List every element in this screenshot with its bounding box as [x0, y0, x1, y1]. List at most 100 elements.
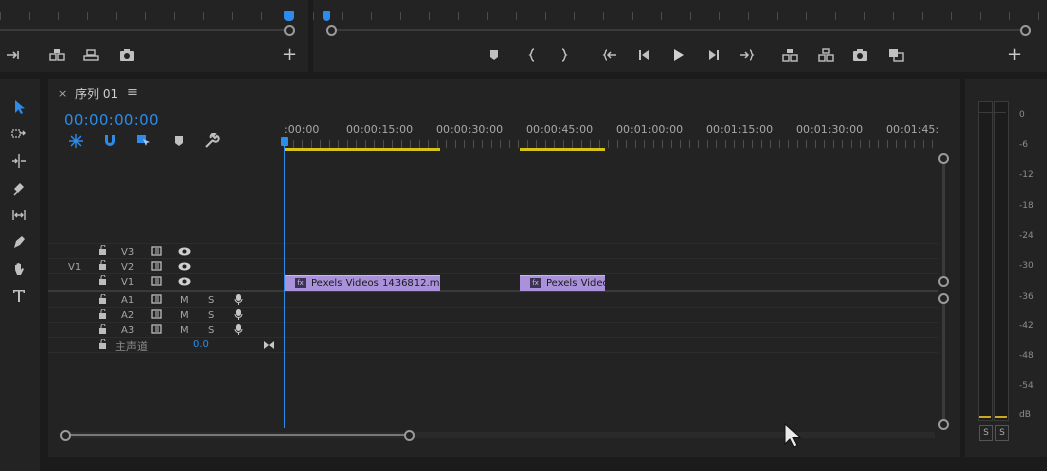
- nest-toggle-icon[interactable]: [68, 133, 84, 149]
- lock-icon[interactable]: [98, 260, 107, 270]
- mark-out-icon[interactable]: [555, 46, 573, 64]
- master-volume-value[interactable]: 0.0: [193, 339, 209, 350]
- microphone-icon[interactable]: [234, 323, 243, 336]
- mute-button[interactable]: M: [180, 310, 189, 321]
- step-forward-icon[interactable]: [705, 46, 723, 64]
- scroll-handle[interactable]: [938, 293, 949, 304]
- timecode-display[interactable]: 00:00:00:00: [64, 111, 159, 129]
- lock-icon[interactable]: [98, 245, 107, 255]
- program-zoom-handle-left[interactable]: [326, 25, 337, 36]
- lock-icon[interactable]: [98, 309, 107, 319]
- solo-button[interactable]: S: [208, 310, 214, 321]
- sync-lock-icon[interactable]: [151, 309, 163, 319]
- playhead-handle[interactable]: [281, 137, 288, 146]
- selection-tool-icon[interactable]: [8, 96, 30, 118]
- sync-lock-icon[interactable]: [151, 294, 163, 304]
- linked-selection-icon[interactable]: [136, 133, 152, 149]
- extract-icon[interactable]: [817, 46, 835, 64]
- lock-icon[interactable]: [98, 294, 107, 304]
- ruler-label: 00:00:15:00: [346, 123, 414, 136]
- meter-peak-divider: [979, 112, 1006, 113]
- mark-in-icon[interactable]: [523, 46, 541, 64]
- comparison-view-icon[interactable]: [887, 46, 905, 64]
- sync-lock-icon[interactable]: [151, 276, 163, 286]
- video-clip[interactable]: fx Pexels Videos 1436812.mp4: [285, 275, 440, 291]
- program-time-ruler[interactable]: [313, 12, 1047, 20]
- video-audio-divider[interactable]: [48, 290, 938, 292]
- microphone-icon[interactable]: [234, 293, 243, 306]
- zoom-scroll-thumb[interactable]: [66, 434, 410, 436]
- program-zoom-handle-right[interactable]: [1020, 25, 1031, 36]
- lock-icon[interactable]: [98, 339, 107, 349]
- source-playhead-marker[interactable]: [284, 11, 294, 21]
- playhead-line[interactable]: [284, 137, 285, 428]
- eye-icon[interactable]: [178, 262, 191, 271]
- export-frame-camera-icon[interactable]: [851, 46, 869, 64]
- sync-lock-icon[interactable]: [151, 261, 163, 271]
- sync-lock-icon[interactable]: [151, 246, 163, 256]
- mute-button[interactable]: M: [180, 295, 189, 306]
- source-monitor: +: [0, 0, 308, 72]
- source-add-button[interactable]: +: [282, 46, 297, 64]
- ripple-edit-tool-icon[interactable]: [8, 150, 30, 172]
- track-name[interactable]: A1: [121, 295, 134, 306]
- razor-tool-icon[interactable]: [8, 177, 30, 199]
- zoom-handle-right[interactable]: [404, 430, 415, 441]
- source-time-ruler[interactable]: [0, 12, 308, 20]
- insert-icon[interactable]: [48, 46, 66, 64]
- source-scrub-bar[interactable]: [0, 29, 292, 31]
- mute-button[interactable]: M: [180, 325, 189, 336]
- eye-icon[interactable]: [178, 277, 191, 286]
- solo-button[interactable]: S: [208, 295, 214, 306]
- scroll-handle[interactable]: [938, 153, 949, 164]
- track-name[interactable]: A2: [121, 310, 134, 321]
- sequence-menu-button[interactable]: ≡: [127, 85, 138, 100]
- program-add-button[interactable]: +: [1007, 46, 1022, 64]
- play-icon[interactable]: [669, 46, 687, 64]
- camera-icon[interactable]: [118, 46, 136, 64]
- step-back-icon[interactable]: [635, 46, 653, 64]
- wrench-settings-icon[interactable]: [204, 133, 220, 149]
- go-to-out-icon[interactable]: [738, 46, 756, 64]
- source-zoom-handle[interactable]: [284, 25, 295, 36]
- video-scrollbar[interactable]: [942, 157, 945, 285]
- solo-right-button[interactable]: S: [995, 425, 1009, 441]
- track-name[interactable]: V3: [121, 247, 134, 258]
- ruler-label: :00:00: [284, 123, 320, 136]
- sync-lock-icon[interactable]: [151, 324, 163, 334]
- ruler-label: 00:00:45:00: [526, 123, 594, 136]
- time-ruler[interactable]: [284, 140, 938, 148]
- track-name[interactable]: V2: [121, 262, 134, 273]
- microphone-icon[interactable]: [234, 308, 243, 321]
- program-playhead-marker[interactable]: [323, 11, 330, 21]
- track-name[interactable]: V1: [121, 277, 134, 288]
- add-marker-icon[interactable]: [171, 133, 187, 149]
- eye-icon[interactable]: [178, 247, 191, 256]
- slip-tool-icon[interactable]: [8, 204, 30, 226]
- go-to-in-icon[interactable]: [600, 46, 618, 64]
- snap-magnet-icon[interactable]: [102, 133, 118, 149]
- video-clip[interactable]: fx Pexels Video: [520, 275, 605, 291]
- go-to-end-icon[interactable]: [263, 340, 275, 350]
- marker-icon[interactable]: [485, 46, 503, 64]
- scroll-handle[interactable]: [938, 276, 949, 287]
- type-tool-icon[interactable]: [8, 285, 30, 307]
- overwrite-icon[interactable]: [82, 46, 100, 64]
- solo-left-button[interactable]: S: [979, 425, 993, 441]
- source-patch-label[interactable]: V1: [68, 262, 81, 273]
- sequence-tab-title[interactable]: 序列 01: [75, 85, 118, 102]
- overwrite-arrow-icon[interactable]: [5, 46, 23, 64]
- pen-tool-icon[interactable]: [8, 231, 30, 253]
- sequence-close-button[interactable]: ×: [58, 87, 67, 100]
- lock-icon[interactable]: [98, 275, 107, 285]
- lift-icon[interactable]: [781, 46, 799, 64]
- program-scrub-bar[interactable]: [331, 29, 1031, 31]
- hand-tool-icon[interactable]: [8, 258, 30, 280]
- lock-icon[interactable]: [98, 324, 107, 334]
- zoom-handle-left[interactable]: [60, 430, 71, 441]
- track-select-tool-icon[interactable]: [8, 123, 30, 145]
- audio-scrollbar[interactable]: [942, 297, 945, 425]
- track-name[interactable]: A3: [121, 325, 134, 336]
- solo-button[interactable]: S: [208, 325, 214, 336]
- scroll-handle[interactable]: [938, 419, 949, 430]
